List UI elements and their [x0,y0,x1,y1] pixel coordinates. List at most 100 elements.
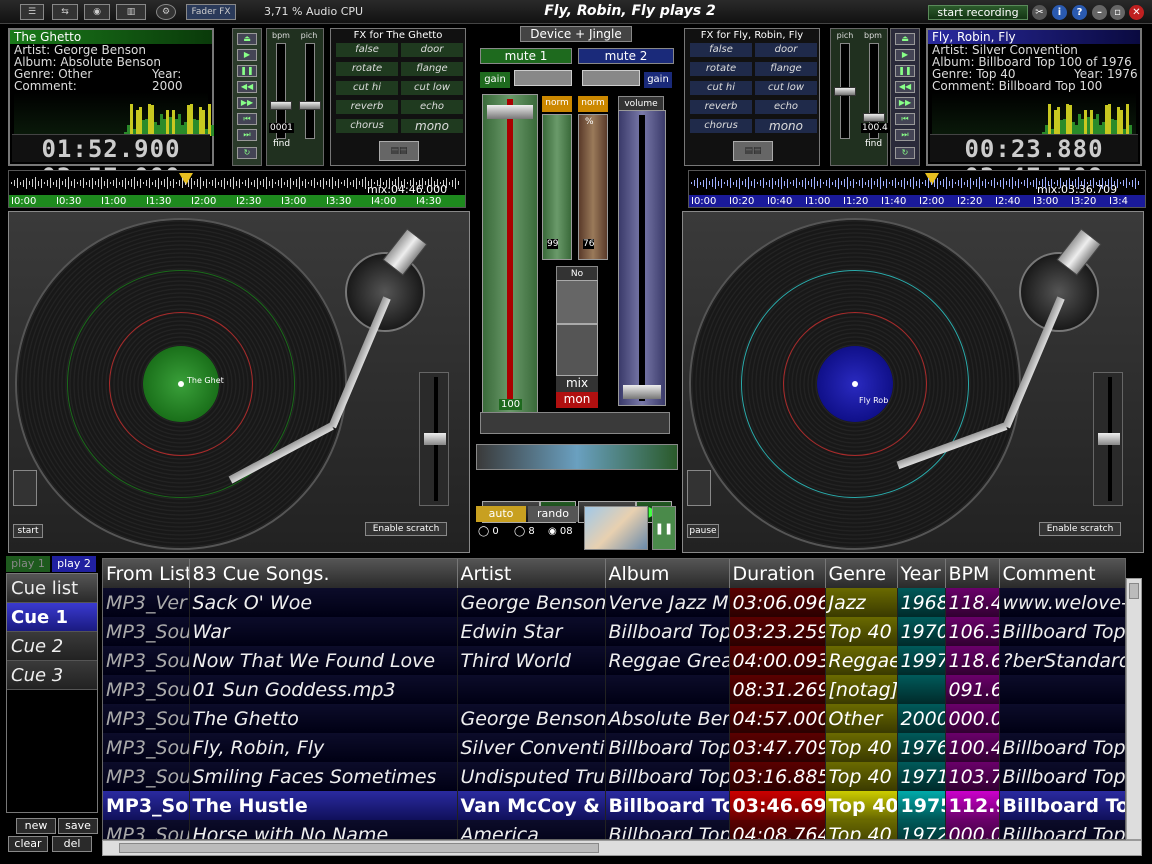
radio-0[interactable]: ◯ 0 [478,526,499,537]
table-row[interactable]: MP3_Ver Sack O' Woe George Benson Verve Jaz… [103,588,1125,617]
deck1-forward-button[interactable]: ▶▶ [237,97,257,109]
deck1-fx-door[interactable]: door [401,43,463,57]
deck2-enable-scratch-button[interactable]: Enable scratch [1039,522,1121,536]
deck1-waveform[interactable]: mix:04:46.000 I0:00 I0:30 I1:00 I1:30 I2:00 I… [8,170,466,208]
deck2-fx-cut-hi[interactable]: cut hi [690,81,752,95]
tab-play1[interactable]: play 1 [6,556,50,572]
deck2-play-button[interactable]: ▶ [895,49,915,61]
connector-icon[interactable]: ⇆ [52,4,78,20]
cue-item-2[interactable]: Cue 2 [7,632,97,661]
deck2-fx-cut-low[interactable]: cut low [755,81,817,95]
norm2-fader[interactable]: % 76 [578,114,608,260]
deck1-brake-slider[interactable] [13,470,37,506]
deck1-pitch-knob[interactable] [299,101,321,110]
master-volume-knob[interactable] [623,385,661,399]
start-button[interactable]: start [13,524,43,538]
column-header[interactable]: Genre [825,559,898,588]
clear-cue-button[interactable]: clear [8,836,48,852]
deck1-rewind-button[interactable]: ◀◀ [237,81,257,93]
deck2-pitch-fader[interactable] [1093,372,1123,506]
norm1-button[interactable]: norm [542,96,572,112]
deck2-fx-echo[interactable]: echo [755,100,817,114]
deck1-pitch-fader-knob[interactable] [424,433,446,445]
deck1-pitch-slider[interactable] [305,43,315,139]
column-header[interactable]: Year [897,559,946,588]
deck2-pitch-fader-knob[interactable] [1098,433,1120,445]
deck2-fx-rotate[interactable]: rotate [690,62,752,76]
radio-8[interactable]: ◯ 8 [514,526,535,537]
deck1-fx-false[interactable]: false [336,43,398,57]
deck1-eject-button[interactable]: ⏏ [237,33,257,45]
deck2-pitch-knob[interactable] [834,87,856,96]
start-recording-button[interactable]: start recording [928,5,1028,20]
close-icon[interactable]: ✕ [1129,5,1144,20]
random-button[interactable]: rando [528,506,578,522]
deck2-find-button[interactable]: find [865,139,882,149]
master-volume-fader[interactable] [618,110,666,406]
auto-button[interactable]: auto [476,506,526,522]
horizontal-scroll-thumb[interactable] [119,843,599,853]
pause-button[interactable]: pause [687,524,719,538]
cue-item-3[interactable]: Cue 3 [7,661,97,690]
info-icon[interactable]: i [1052,5,1067,20]
crossfader[interactable] [556,324,598,376]
column-header[interactable]: From List [103,559,190,588]
column-header[interactable]: Artist [457,559,606,588]
deck2-eject-button[interactable]: ⏏ [895,33,915,45]
deck2-fx-door[interactable]: door [755,43,817,57]
deck2-fx-flange[interactable]: flange [755,62,817,76]
norm2-button[interactable]: norm [578,96,608,112]
fader-fx-button[interactable]: Fader FX [186,4,236,20]
deck1-pitch-fader[interactable] [419,372,449,506]
deck2-brake-slider[interactable] [687,470,711,506]
deck1-next-button[interactable]: ⏭ [237,129,257,141]
deck1-loop-button[interactable]: ↻ [237,147,257,159]
deck2-loop-button[interactable]: ↻ [895,147,915,159]
channel1-fader-knob[interactable] [487,105,533,119]
delete-cue-button[interactable]: del [52,836,92,852]
save-cue-button[interactable]: save [58,818,98,834]
column-header[interactable]: Album [605,559,730,588]
eq-buttons-row[interactable] [480,412,670,434]
vertical-scroll-thumb[interactable] [1129,583,1139,599]
deck1-fx-eq-icon[interactable]: ▤▤ [379,141,419,161]
deck1-fx-cut-low[interactable]: cut low [401,81,463,95]
column-header[interactable]: Comment [999,559,1125,588]
deck2-forward-button[interactable]: ▶▶ [895,97,915,109]
deck1-fx-chorus[interactable]: chorus [336,119,398,133]
deck1-fx-cut-hi[interactable]: cut hi [336,81,398,95]
new-cue-button[interactable]: new [16,818,56,834]
deck1-prev-button[interactable]: ⏮ [237,113,257,125]
disc-icon[interactable]: ◉ [84,4,110,20]
deck1-platter[interactable]: The Ghet [15,218,347,550]
deck2-fx-reverb[interactable]: reverb [690,100,752,114]
table-row[interactable]: MP3_Sou Fly, Robin, Fly Silver Conventio Bi… [103,733,1125,762]
table-row[interactable]: MP3_Sou Now That We Found Love Third World… [103,646,1125,675]
gain2-slider[interactable] [582,70,640,86]
deck1-bpm-knob[interactable] [270,101,292,110]
crossfader-meter[interactable] [476,444,678,470]
deck2-rewind-button[interactable]: ◀◀ [895,81,915,93]
restore-icon[interactable]: ▫ [1110,5,1125,20]
table-row[interactable]: MP3_Sou 01 Sun Goddess.mp3 08:31.269 [notag… [103,675,1125,704]
table-row[interactable]: MP3_Sou Horse with No Name America Billboar… [103,820,1125,839]
help-icon[interactable]: ? [1072,5,1087,20]
deck1-fx-reverb[interactable]: reverb [336,100,398,114]
deck2-platter[interactable]: Fly Rob [689,218,1021,550]
mute1-button[interactable]: mute 1 [480,48,572,64]
cue-item-1[interactable]: Cue 1 [7,603,97,632]
deck1-fx-rotate[interactable]: rotate [336,62,398,76]
column-header[interactable]: Duration [729,559,826,588]
deck2-fx-chorus[interactable]: chorus [690,119,752,133]
keyboard-icon[interactable]: ▥ [116,4,146,20]
deck2-next-button[interactable]: ⏭ [895,129,915,141]
tools-icon[interactable]: ✂ [1032,5,1047,20]
radio-08[interactable]: ◉ 08 [548,526,573,537]
column-header[interactable]: 83 Cue Songs. [189,559,458,588]
monitor-button[interactable]: mon [556,392,598,408]
deck2-pause-button[interactable]: ❚❚ [895,65,915,77]
list-icon[interactable]: ☰ [20,4,44,20]
deck1-enable-scratch-button[interactable]: Enable scratch [365,522,447,536]
table-row[interactable]: MP3_Sou Smiling Faces Sometimes Undisputed… [103,762,1125,791]
crossfader-top[interactable] [556,280,598,324]
